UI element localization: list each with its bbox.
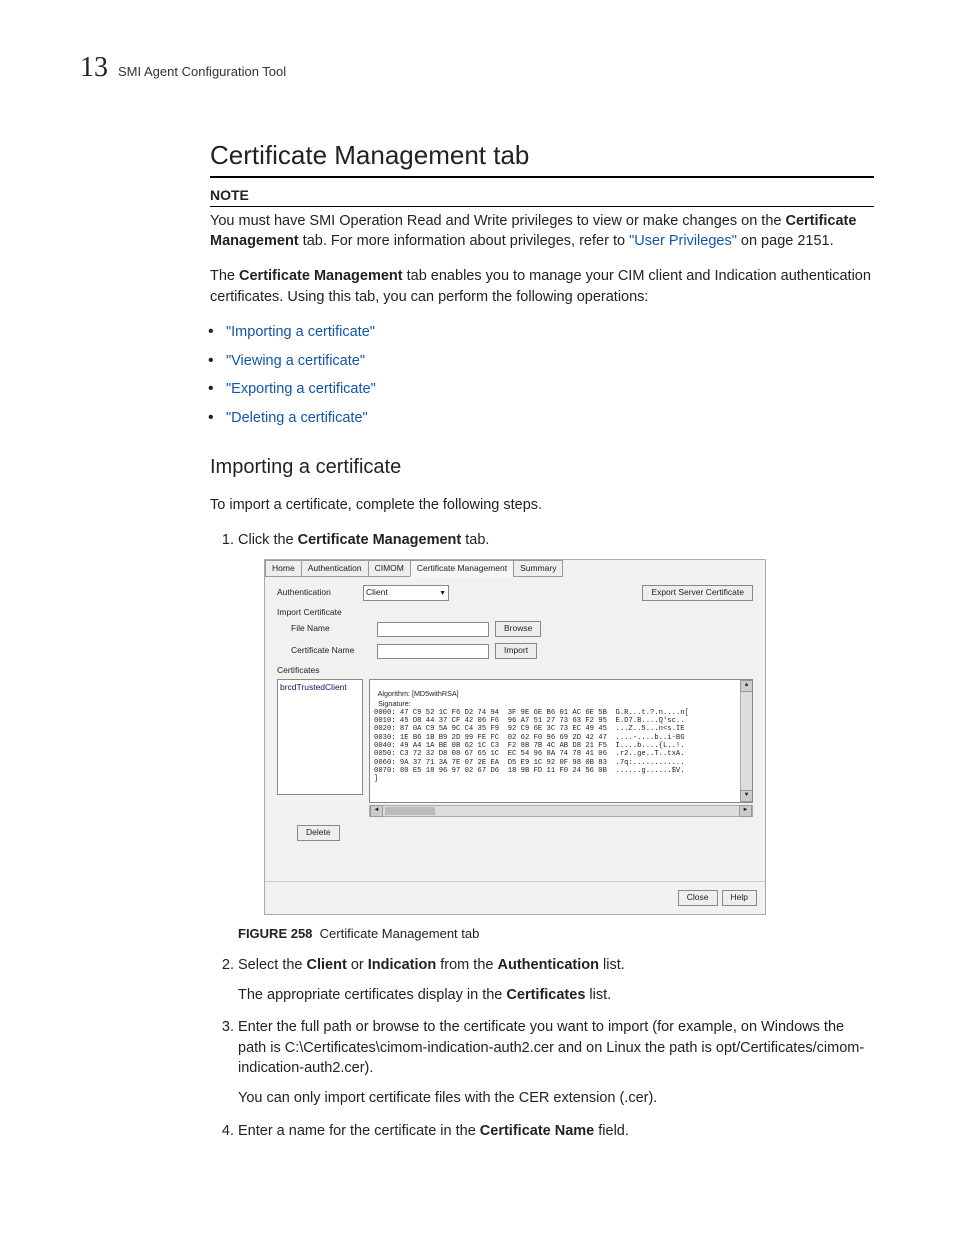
link-exporting[interactable]: "Exporting a certificate": [226, 381, 376, 397]
note-text-1: You must have SMI Operation Read and Wri…: [210, 213, 785, 229]
certname-input[interactable]: [377, 644, 489, 659]
step1-pre: Click the: [238, 532, 298, 548]
scroll-left-icon[interactable]: ◄: [370, 805, 383, 817]
step2-sub-b: Certificates: [506, 987, 585, 1003]
hex-row: 0070: 80 E5 18 96 97 02 67 D6 18 9B FD 1…: [374, 767, 685, 775]
note-text-3: on page 2151.: [737, 233, 834, 249]
certificate-details-textarea[interactable]: Algorithm: [MD5withRSA] Signature: 0000:…: [369, 679, 753, 803]
tab-certificate-management[interactable]: Certificate Management: [410, 560, 514, 578]
vertical-scrollbar[interactable]: ▲ ▼: [740, 680, 752, 802]
auth-select-value: Client: [366, 587, 388, 599]
step-2: Select the Client or Indication from the…: [238, 955, 874, 1006]
import-button[interactable]: Import: [495, 643, 537, 659]
scrollbar-thumb[interactable]: [385, 807, 435, 815]
filename-input[interactable]: [377, 622, 489, 637]
step-4: Enter a name for the certificate in the …: [238, 1121, 874, 1141]
step1-post: tab.: [461, 532, 489, 548]
list-item[interactable]: brcdTrustedClient: [280, 682, 360, 694]
heading-certificate-management-tab: Certificate Management tab: [210, 137, 874, 177]
hex-row: 0010: 45 D8 44 37 CF 42 06 F6 96 A7 51 2…: [374, 717, 685, 725]
step2-b1: Client: [307, 957, 347, 973]
note-body: You must have SMI Operation Read and Wri…: [210, 211, 874, 252]
help-button[interactable]: Help: [722, 890, 757, 906]
step2-sub-pre: The appropriate certificates display in …: [238, 987, 506, 1003]
import-section-label: Import Certificate: [277, 607, 753, 619]
browse-button[interactable]: Browse: [495, 621, 541, 637]
page-header: 13 SMI Agent Configuration Tool: [80, 48, 874, 87]
tab-row: Home Authentication CIMOM Certificate Ma…: [265, 560, 765, 578]
scroll-down-icon[interactable]: ▼: [740, 790, 753, 802]
note-text-2: tab. For more information about privileg…: [299, 233, 629, 249]
certname-label: Certificate Name: [291, 645, 371, 657]
chapter-title: SMI Agent Configuration Tool: [118, 63, 286, 81]
step3-text: Enter the full path or browse to the cer…: [238, 1019, 864, 1076]
lead-text: To import a certificate, complete the fo…: [210, 495, 874, 515]
link-user-privileges[interactable]: "User Privileges": [629, 233, 737, 249]
intro-pre: The: [210, 268, 239, 284]
delete-button[interactable]: Delete: [297, 825, 340, 841]
step3-sub: You can only import certificate files wi…: [238, 1088, 874, 1108]
hex-row: 0040: 49 A4 1A BE 0B 62 1C C3 F2 8B 7B 4…: [374, 742, 685, 750]
close-button[interactable]: Close: [678, 890, 718, 906]
link-deleting[interactable]: "Deleting a certificate": [226, 410, 368, 426]
heading-importing-a-certificate: Importing a certificate: [210, 453, 874, 481]
step2-b3: Authentication: [497, 957, 599, 973]
horizontal-scrollbar[interactable]: ◄ ►: [369, 805, 753, 817]
tab-cimom[interactable]: CIMOM: [368, 560, 411, 578]
link-importing[interactable]: "Importing a certificate": [226, 324, 375, 340]
step4-post: field.: [594, 1123, 629, 1139]
hex-row: 0020: 87 0A C9 5A 9C C4 35 F9 92 C9 6E 3…: [374, 725, 685, 733]
scroll-up-icon[interactable]: ▲: [740, 680, 753, 692]
note-label: NOTE: [210, 186, 874, 208]
chapter-number: 13: [80, 48, 108, 87]
step-1: Click the Certificate Management tab. Ho…: [238, 530, 874, 943]
figure-label: FIGURE 258: [238, 926, 312, 941]
step2-sub: The appropriate certificates display in …: [238, 985, 874, 1005]
link-viewing[interactable]: "Viewing a certificate": [226, 353, 365, 369]
hex-signature-label: Signature:: [374, 699, 411, 708]
hex-row: 0060: 9A 37 71 3A 7E 07 2E EA D5 E9 1C 9…: [374, 759, 685, 767]
chevron-down-icon: ▼: [439, 589, 446, 599]
certificates-listbox[interactable]: brcdTrustedClient: [277, 679, 363, 795]
steps-list: Click the Certificate Management tab. Ho…: [210, 530, 874, 1141]
step1-bold: Certificate Management: [298, 532, 462, 548]
filename-label: File Name: [291, 623, 371, 635]
figure-caption: FIGURE 258 Certificate Management tab: [238, 925, 874, 943]
tab-authentication[interactable]: Authentication: [301, 560, 369, 578]
step2-pre: Select the: [238, 957, 307, 973]
step2-mid2: from the: [436, 957, 497, 973]
intro-paragraph: The Certificate Management tab enables y…: [210, 266, 874, 307]
step2-sub-post: list.: [585, 987, 611, 1003]
step2-b2: Indication: [368, 957, 436, 973]
hex-algorithm: Algorithm: [MD5withRSA]: [374, 689, 459, 698]
hex-row: 0030: 1E B6 1B B9 2D 99 FE FC 02 62 F0 9…: [374, 734, 685, 742]
hex-row: 0050: C3 72 32 D8 08 67 65 1C EC 54 96 8…: [374, 750, 685, 758]
step4-bold: Certificate Name: [480, 1123, 594, 1139]
step2-post: list.: [599, 957, 625, 973]
app-panel: Home Authentication CIMOM Certificate Ma…: [264, 559, 766, 915]
figure-caption-text: Certificate Management tab: [320, 926, 480, 941]
export-server-certificate-button[interactable]: Export Server Certificate: [642, 585, 753, 601]
hex-row: 0000: 47 C9 52 1C F6 D2 74 94 3F 9E 6E B…: [374, 709, 689, 717]
scroll-right-icon[interactable]: ►: [739, 805, 752, 817]
auth-label: Authentication: [277, 587, 357, 599]
tab-home[interactable]: Home: [265, 560, 302, 578]
step-3: Enter the full path or browse to the cer…: [238, 1017, 874, 1108]
step4-pre: Enter a name for the certificate in the: [238, 1123, 480, 1139]
intro-bold: Certificate Management: [239, 268, 403, 284]
tab-summary[interactable]: Summary: [513, 560, 563, 578]
bullet-list: "Importing a certificate" "Viewing a cer…: [210, 321, 874, 429]
auth-select[interactable]: Client ▼: [363, 585, 449, 601]
step2-mid1: or: [347, 957, 368, 973]
certificates-section-label: Certificates: [277, 665, 753, 677]
